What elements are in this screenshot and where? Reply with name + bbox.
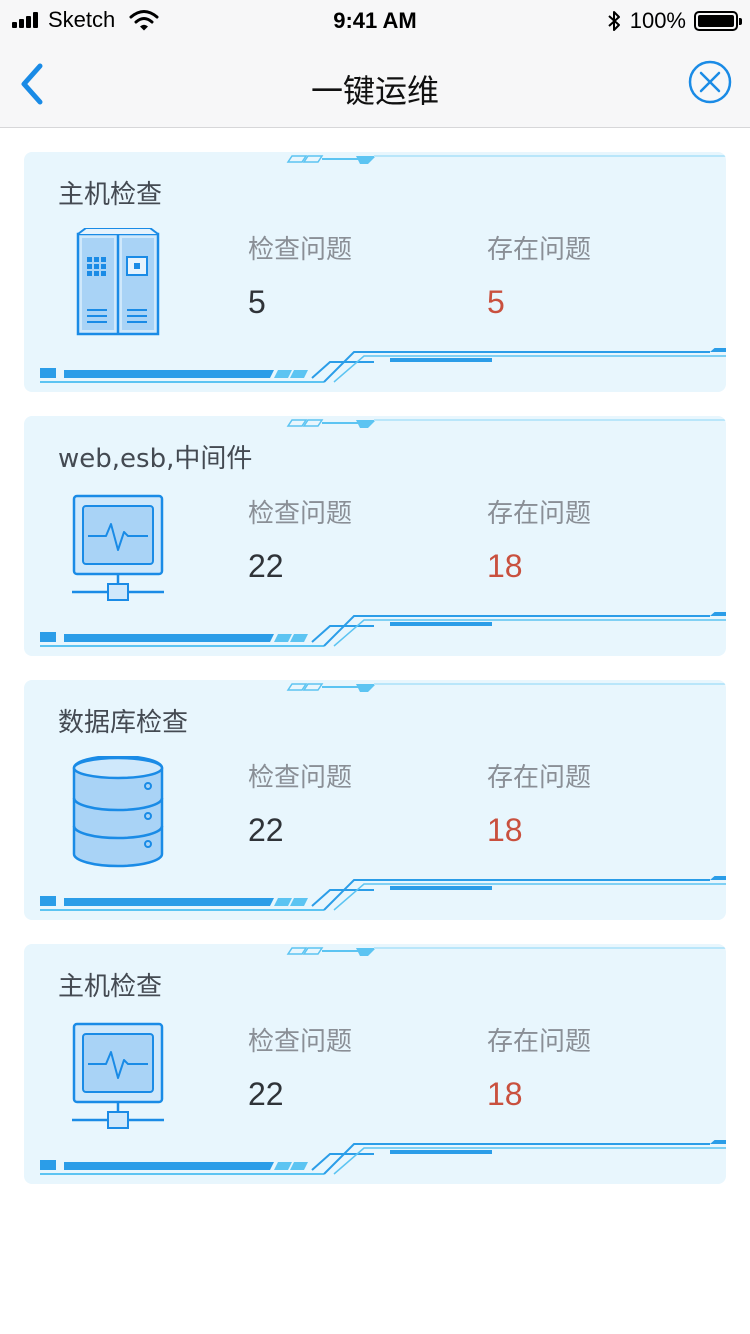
stat-value: 18 (487, 1076, 523, 1112)
card-title: 数据库检查 (58, 708, 189, 738)
stat-checked: 检查问题 5 (248, 230, 352, 326)
check-card-list: 主机检查 检查问题 5 存在问题 5 web,esb,中间件 检查问题 22 存… (24, 152, 726, 1208)
check-card-host[interactable]: 主机检查 检查问题 5 存在问题 5 (24, 152, 726, 392)
back-button[interactable] (14, 60, 54, 108)
stat-value: 22 (248, 1076, 284, 1112)
check-card-database[interactable]: 数据库检查 检查问题 22 存在问题 18 (24, 680, 726, 920)
stat-value: 18 (487, 812, 523, 848)
server-cabinet-icon (68, 228, 168, 340)
stat-existing: 存在问题 5 (487, 230, 591, 326)
stat-value: 22 (248, 548, 284, 584)
card-bottom-decoration (24, 348, 726, 392)
stat-label: 存在问题 (487, 763, 592, 793)
battery-icon (694, 11, 742, 31)
stat-checked: 检查问题 22 (248, 758, 352, 854)
stat-label: 检查问题 (248, 235, 353, 265)
card-top-decoration (24, 416, 726, 432)
stat-label: 检查问题 (248, 763, 353, 793)
stat-value: 5 (248, 284, 266, 320)
database-icon (68, 756, 168, 868)
battery-percent: 100% (629, 8, 686, 33)
nav-bar: 一键运维 (0, 40, 750, 128)
card-top-decoration (24, 152, 726, 168)
page-title: 一键运维 (310, 72, 439, 110)
stat-label: 存在问题 (487, 1027, 592, 1057)
stat-checked: 检查问题 22 (248, 494, 352, 590)
card-title: web,esb,中间件 (58, 444, 253, 474)
stat-value: 22 (248, 812, 284, 848)
check-card-middleware[interactable]: web,esb,中间件 检查问题 22 存在问题 18 (24, 416, 726, 656)
monitor-network-icon (68, 492, 168, 604)
stat-value: 5 (487, 284, 505, 320)
check-card-host-2[interactable]: 主机检查 检查问题 22 存在问题 18 (24, 944, 726, 1184)
stat-existing: 存在问题 18 (487, 494, 591, 590)
monitor-network-icon (68, 1020, 168, 1132)
card-title: 主机检查 (58, 972, 163, 1002)
stat-label: 存在问题 (487, 235, 592, 265)
card-top-decoration (24, 944, 726, 960)
card-bottom-decoration (24, 876, 726, 920)
stat-existing: 存在问题 18 (487, 758, 591, 854)
stat-value: 18 (487, 548, 523, 584)
stat-label: 检查问题 (248, 499, 353, 529)
card-top-decoration (24, 680, 726, 696)
stat-existing: 存在问题 18 (487, 1022, 591, 1118)
stat-checked: 检查问题 22 (248, 1022, 352, 1118)
card-title: 主机检查 (58, 180, 163, 210)
stat-label: 检查问题 (248, 1027, 353, 1057)
status-right: 100% (606, 8, 742, 34)
stat-label: 存在问题 (487, 499, 592, 529)
close-button[interactable] (688, 60, 732, 104)
card-bottom-decoration (24, 612, 726, 656)
bluetooth-icon (608, 11, 620, 31)
card-bottom-decoration (24, 1140, 726, 1184)
status-bar: Sketch 9:41 AM 100% (0, 0, 750, 40)
